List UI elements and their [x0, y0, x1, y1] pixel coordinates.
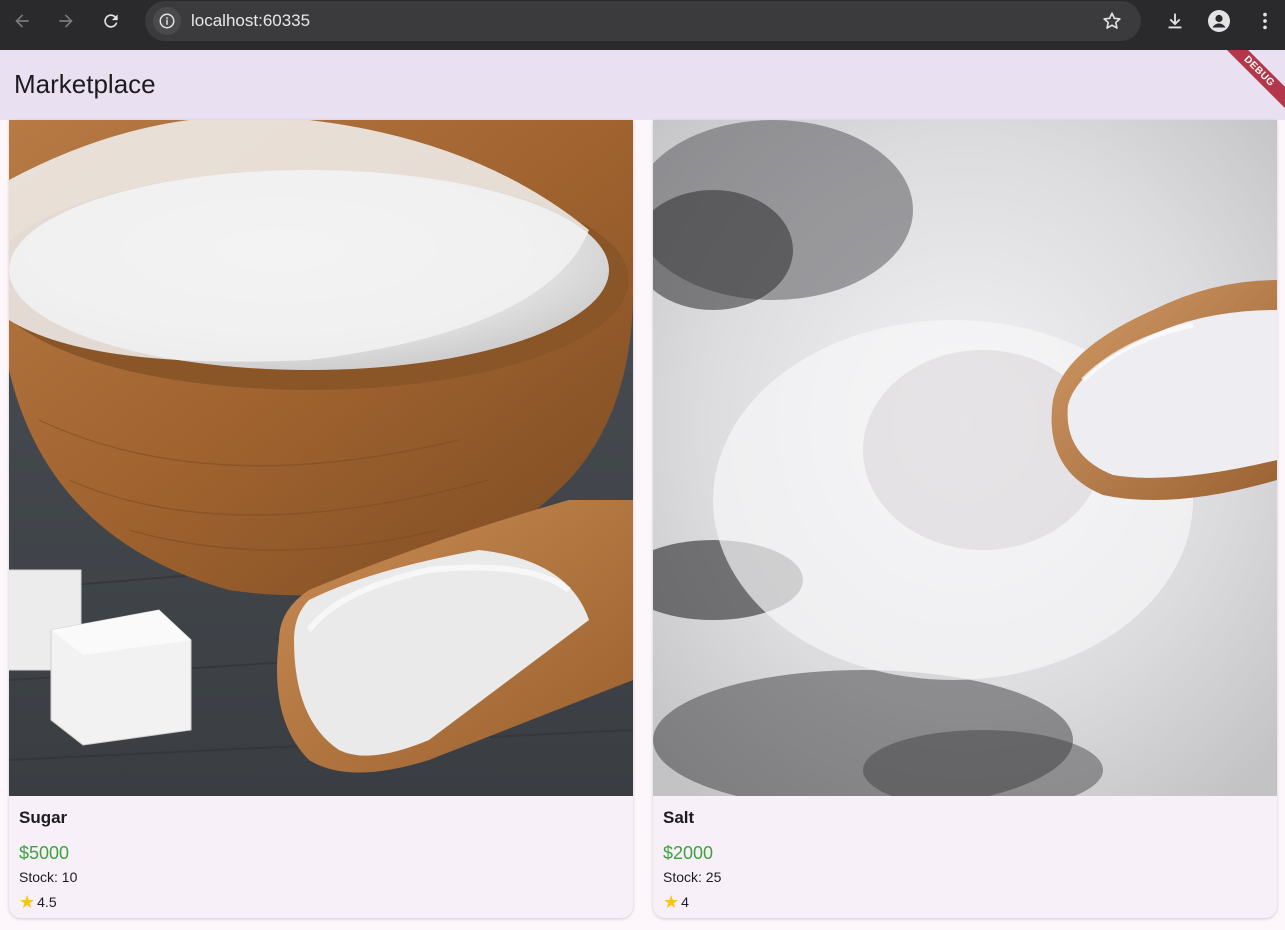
product-price: $5000 [19, 843, 70, 863]
bookmark-star-icon [1103, 12, 1121, 29]
forward-button[interactable] [51, 6, 81, 36]
rating-value: 4 [681, 894, 689, 910]
site-info-button[interactable] [153, 7, 181, 35]
address-bar[interactable]: localhost:60335 [145, 1, 1141, 41]
product-price: $2000 [663, 843, 714, 863]
reload-button[interactable] [96, 6, 126, 36]
rating-value: 4.5 [37, 894, 57, 910]
product-rating: ★ 4.5 [19, 892, 57, 912]
debug-banner: DEBUG [1215, 50, 1285, 120]
product-stock: Stock: 25 [663, 869, 722, 885]
debug-label: DEBUG [1219, 50, 1285, 111]
url-text[interactable]: localhost:60335 [191, 11, 310, 31]
page-title: Marketplace [14, 69, 156, 99]
star-icon: ★ [19, 892, 36, 912]
profile-icon [1208, 10, 1230, 32]
site-info-icon [159, 13, 175, 29]
product-card-sugar[interactable]: Sugar $5000 Stock: 10 ★ 4.5 [9, 120, 633, 918]
back-icon [15, 14, 29, 28]
forward-icon [59, 14, 73, 28]
more-menu-button[interactable] [1250, 6, 1280, 36]
download-icon [1168, 13, 1182, 29]
profile-button[interactable] [1204, 6, 1234, 36]
product-name: Sugar [19, 808, 68, 827]
browser-toolbar: localhost:60335 [0, 0, 1285, 50]
star-icon: ★ [663, 892, 680, 912]
bookmark-button[interactable] [1101, 10, 1123, 32]
app-bar: Marketplace [0, 50, 1285, 120]
downloads-button[interactable] [1160, 6, 1190, 36]
back-button[interactable] [7, 6, 37, 36]
product-card-salt[interactable]: Salt $2000 Stock: 25 ★ 4 [653, 120, 1277, 918]
product-stock: Stock: 10 [19, 869, 78, 885]
more-menu-icon [1263, 12, 1267, 30]
reload-icon [104, 14, 118, 28]
sugar-bowl-image [9, 120, 633, 796]
product-rating: ★ 4 [663, 892, 689, 912]
salt-spoon-image [653, 120, 1277, 796]
product-name: Salt [663, 808, 695, 827]
